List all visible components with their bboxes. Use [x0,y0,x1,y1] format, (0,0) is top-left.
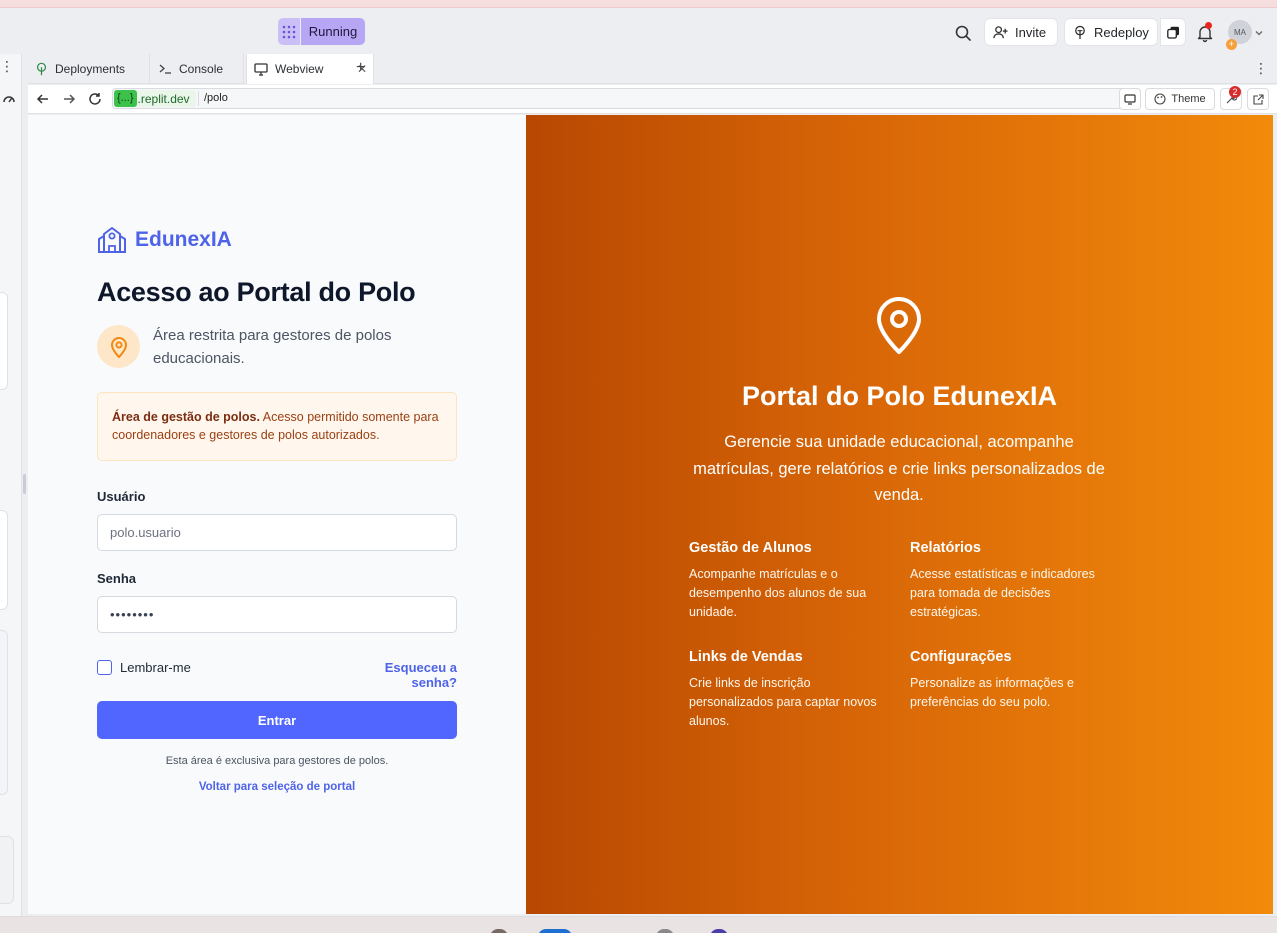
redeploy-icon [1075,25,1085,39]
hero-title: Portal do Polo EdunexIA [741,381,1058,411]
login-button[interactable]: Entrar [97,701,457,739]
palette-icon [1154,93,1166,105]
gauge-icon[interactable] [2,92,16,106]
monitor-icon [254,62,268,76]
taskbar-app-icon[interactable] [490,929,508,933]
tab-console[interactable]: Console [152,54,244,84]
notification-dot [1205,22,1212,29]
invite-button[interactable]: Invite [984,18,1058,46]
left-panel-card [0,292,8,390]
theme-label: Theme [1171,93,1206,105]
tab-label: Console [179,62,224,76]
school-icon [98,227,126,253]
theme-button[interactable]: Theme [1145,88,1215,110]
left-panel-card [0,630,8,795]
reload-icon[interactable] [87,91,103,107]
device-button[interactable] [1119,88,1141,110]
run-status-button[interactable]: Running [301,18,365,45]
url-host-chip: {...} [114,90,137,107]
url-host: {...} .replit.dev [114,90,196,107]
tab-label: Deployments [55,62,126,76]
devtools-badge: 2 [1229,86,1241,98]
app-toolbar: Running Invite Redeploy MA + [0,8,1277,54]
left-panel-card [0,510,8,610]
username-label: Usuário [97,489,146,504]
tab-deployments[interactable]: Deployments [28,54,150,84]
tab-label: Webview [275,62,324,76]
redeploy-label: Redeploy [1094,24,1149,40]
deployments-icon [36,62,47,76]
taskbar-app-icon[interactable] [538,929,572,933]
webview-urlbar: {...} .replit.dev /polo Theme 2 [28,85,1277,114]
feature-sales-links: Links de Vendas Crie links de inscrição … [689,649,889,731]
terminal-icon [159,64,171,74]
redeploy-button[interactable]: Redeploy [1064,18,1158,46]
invite-label: Invite [1015,24,1047,40]
feature-settings: Configurações Personalize as informações… [910,649,1110,712]
feature-title: Links de Vendas [689,649,803,665]
back-to-portal-link[interactable]: Voltar para seleção de portal [97,781,457,793]
url-path: /polo [204,92,228,104]
grid-icon[interactable] [278,18,300,45]
add-tab-icon[interactable]: + [356,59,365,77]
footnote: Esta área é exclusiva para gestores de p… [165,755,389,767]
stack-icon [1166,26,1179,39]
notice-heading: Área de gestão de polos. [112,410,260,424]
tab-webview[interactable]: Webview ✕ [246,54,374,84]
chevron-down-icon[interactable] [1254,28,1264,38]
map-pin-icon [877,297,921,354]
page-title: Acesso ao Portal do Polo [97,277,416,307]
user-plus-icon [993,25,1008,38]
feature-description: Acompanhe matrículas e o desempenho dos … [689,567,867,619]
page-subtitle: Área restrita para gestores de polos edu… [153,327,392,367]
deploy-options-button[interactable] [1160,18,1186,46]
feature-title: Relatórios [910,540,981,556]
resize-handle[interactable] [23,474,26,494]
hero-description: Gerencie sua unidade educacional, acompa… [693,433,1105,504]
brand-logo[interactable]: EdunexIA [97,225,232,255]
avatar-badge: + [1226,39,1237,50]
password-input[interactable] [97,596,457,633]
forward-arrow-icon[interactable] [61,91,77,107]
feature-title: Gestão de Alunos [689,540,812,556]
brand-name: EdunexIA [135,228,232,251]
feature-student-management: Gestão de Alunos Acompanhe matrículas e … [689,540,889,622]
search-icon[interactable] [952,22,974,44]
map-pin-icon [110,336,127,358]
top-edge [0,0,1277,8]
monitor-icon [1124,93,1136,105]
username-input[interactable] [97,514,457,551]
back-arrow-icon[interactable] [35,91,51,107]
feature-description: Acesse estatísticas e indicadores para t… [910,567,1095,619]
url-host-text: .replit.dev [137,91,190,106]
os-taskbar-edge [0,916,1277,933]
taskbar-app-icon[interactable] [710,929,728,933]
forgot-password-link[interactable]: Esqueceu a senha? [347,660,457,690]
url-separator [198,91,199,106]
open-external-button[interactable] [1247,88,1269,110]
external-link-icon [1252,93,1264,105]
remember-checkbox[interactable] [97,660,112,675]
kebab-icon[interactable]: ⋮ [0,58,14,78]
feature-reports: Relatórios Acesse estatísticas e indicad… [910,540,1110,622]
url-input[interactable]: {...} .replit.dev /polo [112,88,1141,109]
taskbar-app-icon[interactable] [656,929,674,933]
access-notice: Área de gestão de polos. Acesso permitid… [97,392,457,461]
kebab-icon[interactable]: ⋮ [1254,60,1268,77]
pin-badge [97,325,140,368]
feature-description: Personalize as informações e preferência… [910,676,1074,709]
hero-pane: Portal do Polo EdunexIA Gerencie sua uni… [526,115,1273,914]
tab-strip: Deployments Console Webview ✕ + ⋮ [28,54,1277,84]
remember-label[interactable]: Lembrar-me [120,660,191,675]
left-panel-card [0,836,14,904]
password-label: Senha [97,571,137,586]
webview-page: EdunexIA Acesso ao Portal do Polo Área r… [28,115,1273,914]
feature-title: Configurações [910,649,1012,665]
feature-description: Crie links de inscrição personalizados p… [689,676,877,728]
login-pane: EdunexIA Acesso ao Portal do Polo Área r… [28,115,526,914]
